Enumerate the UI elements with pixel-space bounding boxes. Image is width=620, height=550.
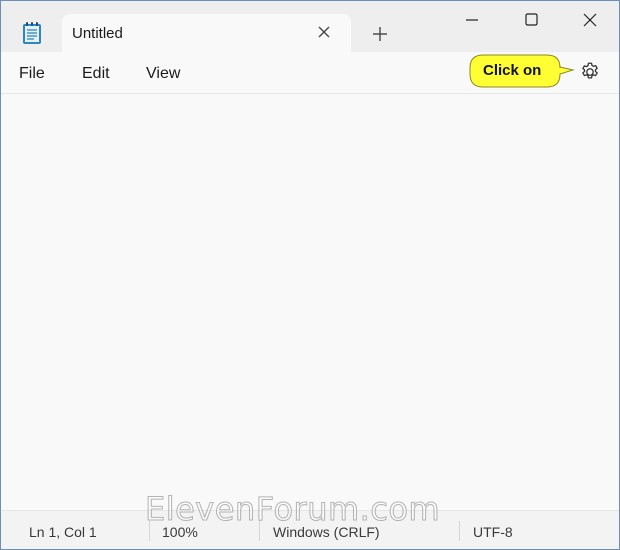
- close-window-icon[interactable]: [575, 7, 605, 33]
- notepad-window: Untitled File Edit View Click on Ln 1, C…: [0, 0, 620, 550]
- close-icon[interactable]: [315, 23, 333, 41]
- status-divider: [459, 521, 460, 541]
- gear-icon[interactable]: [579, 61, 601, 83]
- status-position: Ln 1, Col 1: [29, 524, 97, 540]
- plus-icon[interactable]: [370, 24, 390, 44]
- text-editor-area[interactable]: [1, 94, 619, 510]
- tab-untitled[interactable]: Untitled: [62, 14, 351, 52]
- watermark-text: ElevenForum.com: [144, 490, 441, 529]
- title-bar[interactable]: Untitled: [1, 1, 619, 52]
- click-on-callout: Click on: [469, 54, 575, 88]
- menu-file[interactable]: File: [19, 65, 45, 83]
- callout-text: Click on: [483, 62, 542, 79]
- status-encoding: UTF-8: [473, 524, 513, 540]
- menu-edit[interactable]: Edit: [82, 65, 110, 83]
- minimize-icon[interactable]: [457, 7, 487, 33]
- tab-title: Untitled: [72, 25, 123, 42]
- menu-view[interactable]: View: [146, 65, 180, 83]
- maximize-icon[interactable]: [516, 7, 546, 33]
- notepad-app-icon: [23, 22, 41, 44]
